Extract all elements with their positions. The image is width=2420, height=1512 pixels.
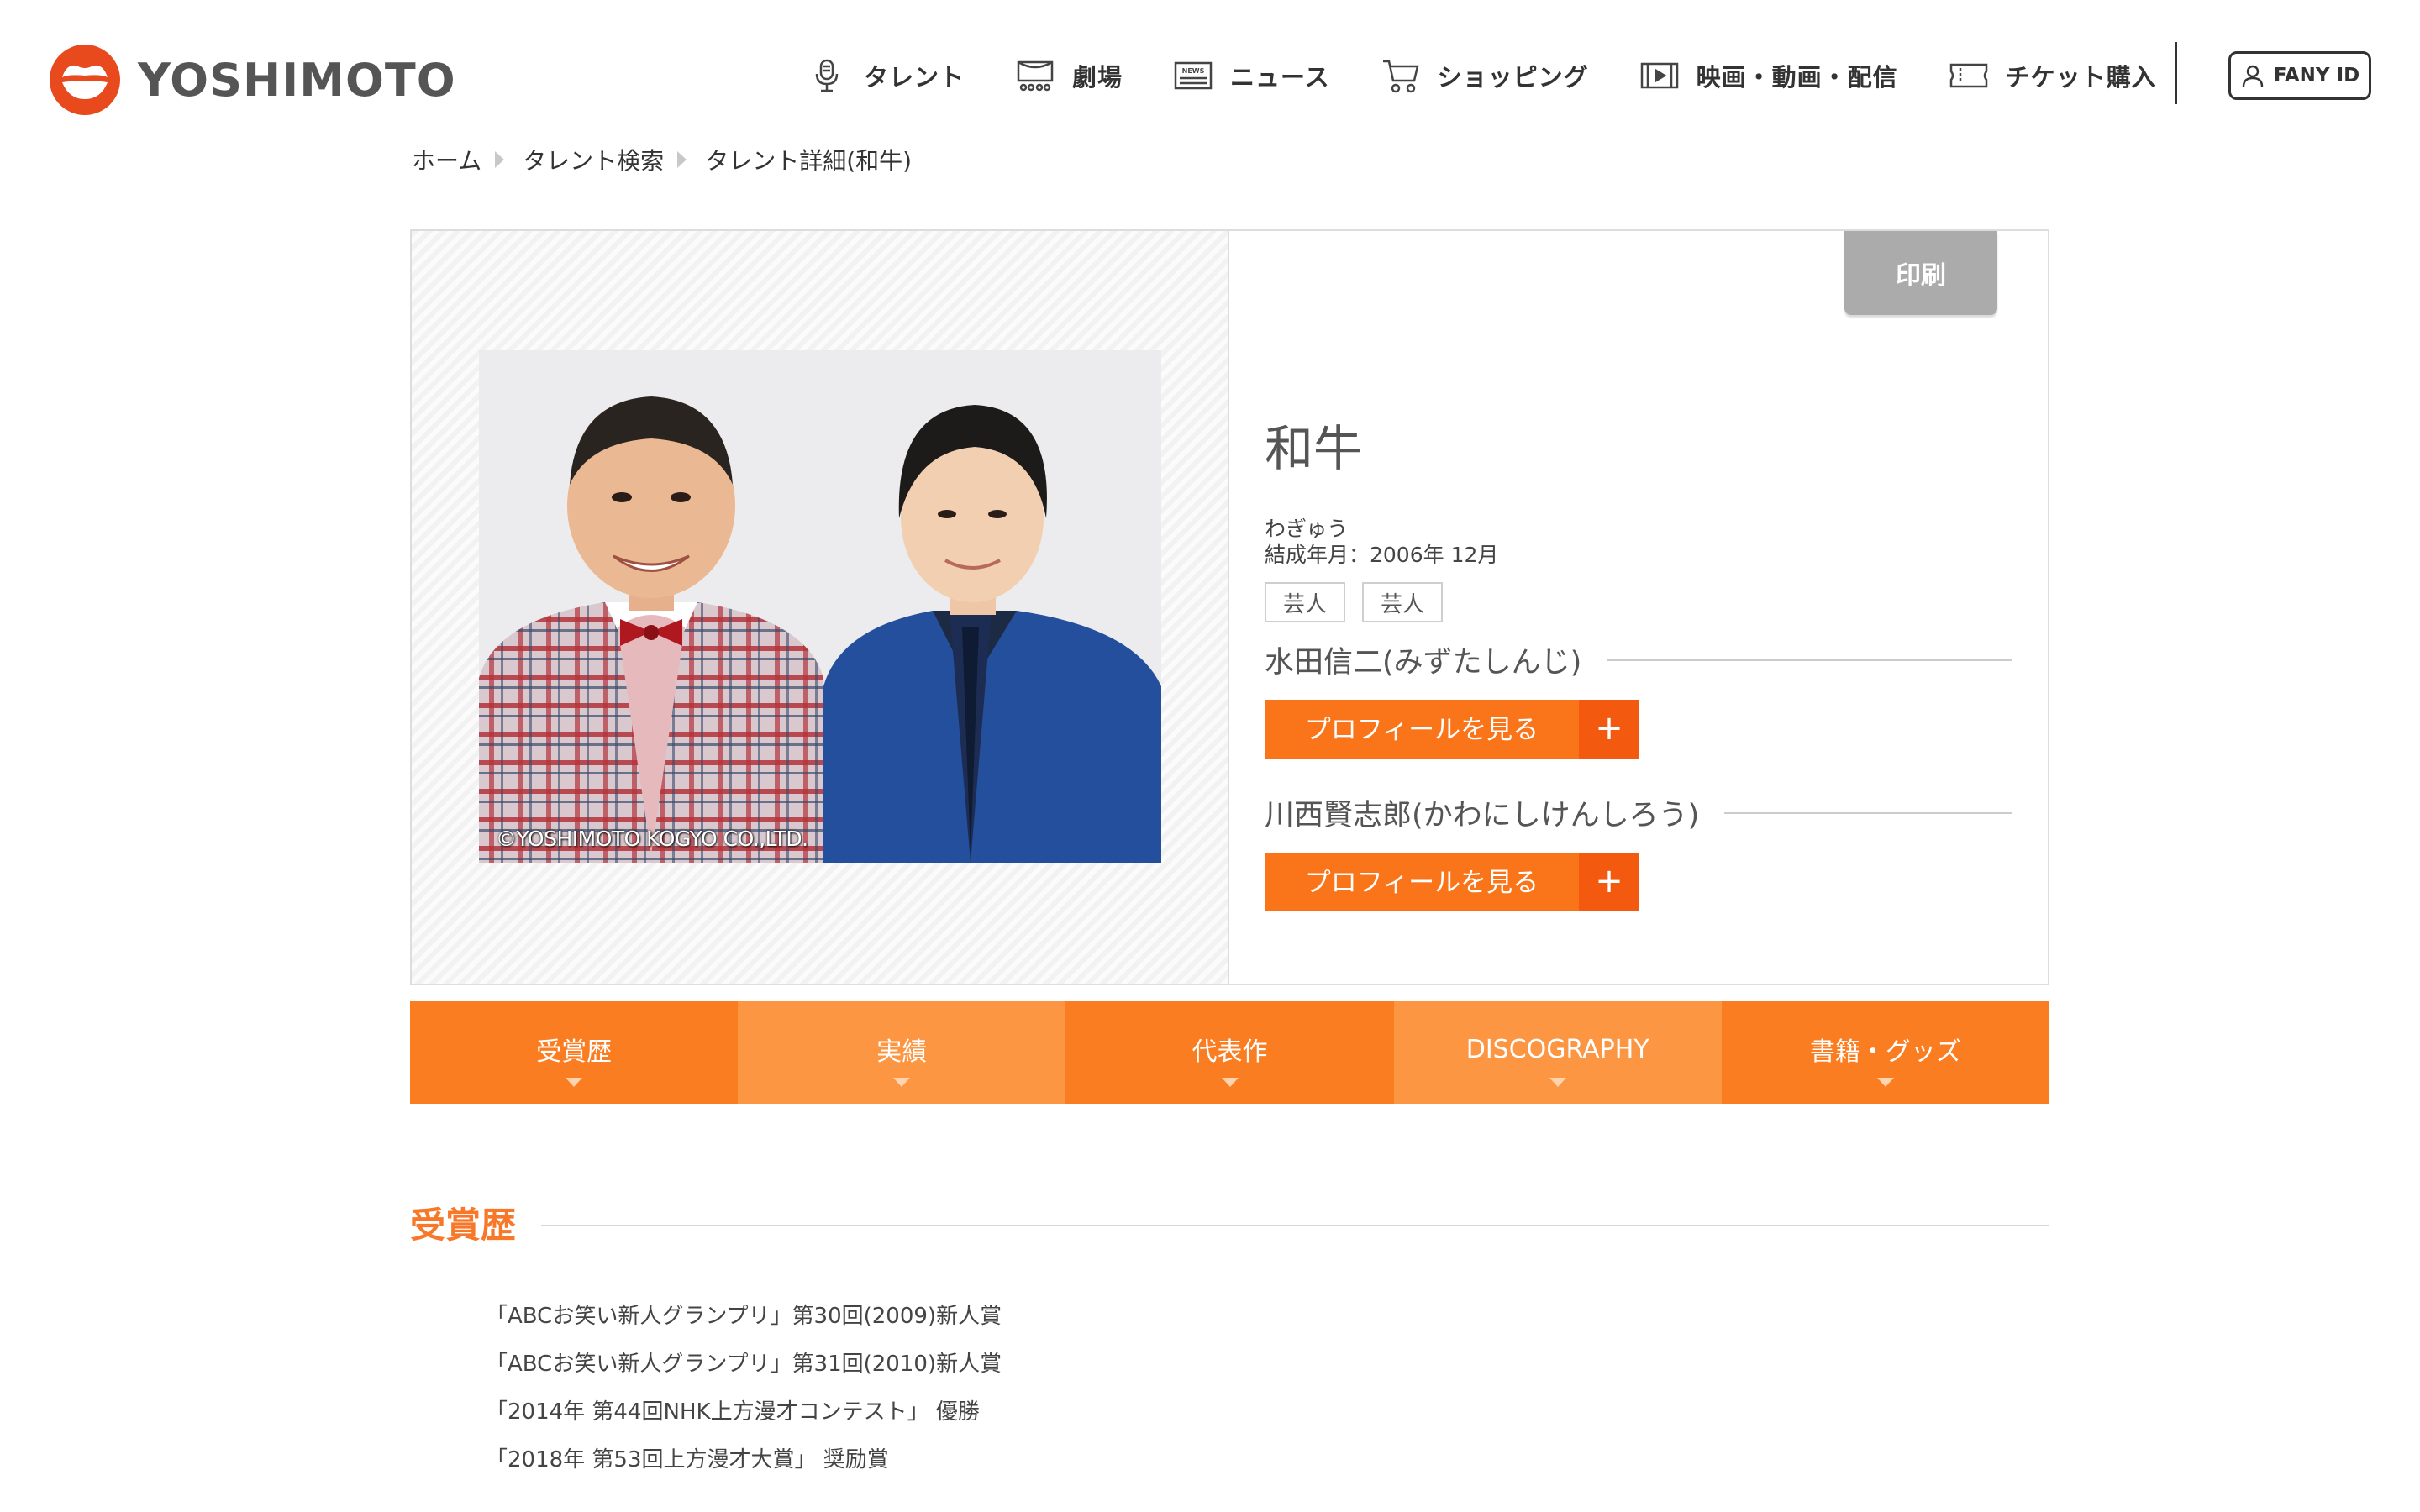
tab-books-goods[interactable]: 書籍・グッズ bbox=[1721, 1001, 2050, 1104]
ticket-icon bbox=[1949, 63, 1987, 88]
genre-tag[interactable]: 芸人 bbox=[1362, 582, 1444, 622]
nav-theater[interactable]: 劇場 bbox=[1015, 55, 1123, 96]
plus-icon: + bbox=[1579, 853, 1639, 911]
member-divider bbox=[1724, 811, 2012, 814]
user-icon bbox=[2242, 65, 2263, 87]
section-divider bbox=[541, 1224, 2049, 1226]
nav-divider bbox=[2175, 42, 2177, 104]
tab-awards[interactable]: 受賞歴 bbox=[410, 1001, 739, 1104]
view-profile-label: プロフィールを見る bbox=[1265, 853, 1579, 911]
chevron-down-icon bbox=[1221, 1078, 1239, 1087]
svg-text:NEWS: NEWS bbox=[1182, 67, 1205, 75]
tab-label: 書籍・グッズ bbox=[1809, 1037, 1961, 1067]
view-profile-button[interactable]: プロフィールを見る + bbox=[1265, 853, 1639, 911]
logo-text: YOSHIMOTO bbox=[138, 53, 456, 107]
formation-date: 結成年月：2006年 12月 bbox=[1265, 543, 1499, 567]
view-profile-button[interactable]: プロフィールを見る + bbox=[1265, 700, 1639, 759]
nav-shopping[interactable]: ショッピング bbox=[1381, 55, 1589, 96]
breadcrumb: ホーム タレント検索 タレント詳細(和牛) bbox=[412, 143, 912, 176]
nav-news-label: ニュース bbox=[1230, 63, 1330, 92]
film-icon bbox=[1640, 62, 1678, 89]
nav-ticket[interactable]: チケット購入 bbox=[1949, 55, 2157, 96]
breadcrumb-current: タレント詳細(和牛) bbox=[705, 147, 913, 175]
fany-id-button[interactable]: FANY ID bbox=[2228, 51, 2371, 100]
awards-list: 「ABCお笑い新人グランプリ」第30回(2009)新人賞 「ABCお笑い新人グラ… bbox=[486, 1298, 1002, 1489]
genre-tags: 芸人 芸人 bbox=[1265, 582, 1460, 622]
breadcrumb-talent-search[interactable]: タレント検索 bbox=[523, 143, 664, 176]
global-nav: タレント 劇場 NEWS ニュース ショッピング 映画・動画・配信 チケット購入 bbox=[807, 49, 2207, 102]
tab-label: 実績 bbox=[876, 1037, 928, 1067]
breadcrumb-separator-icon bbox=[677, 151, 687, 168]
breadcrumb-separator-icon bbox=[495, 151, 505, 168]
chevron-down-icon bbox=[1549, 1078, 1566, 1087]
member-block-kawanishi: 川西賢志郎(かわにしけんしろう) プロフィールを見る + bbox=[1265, 791, 2012, 911]
theater-icon bbox=[1017, 60, 1054, 92]
profile-card: ©YOSHIMOTO KOGYO CO.,LTD. 印刷 和牛 わぎゅう 結成年… bbox=[410, 229, 2049, 985]
fany-id-label: FANY ID bbox=[2273, 65, 2360, 87]
list-item: 「ABCお笑い新人グランプリ」第31回(2010)新人賞 bbox=[486, 1352, 1002, 1377]
nav-talent-label: タレント bbox=[864, 63, 965, 92]
list-item: 「2014年 第44回NHK上方漫才コンテスト」 優勝 bbox=[486, 1399, 980, 1425]
talent-photo: ©YOSHIMOTO KOGYO CO.,LTD. bbox=[479, 350, 1161, 863]
profile-photo-panel: ©YOSHIMOTO KOGYO CO.,LTD. bbox=[412, 231, 1229, 984]
yoshimoto-logo[interactable]: YOSHIMOTO bbox=[49, 44, 456, 116]
tab-representative-works[interactable]: 代表作 bbox=[1065, 1001, 1394, 1104]
photo-copyright: ©YOSHIMOTO KOGYO CO.,LTD. bbox=[496, 827, 808, 851]
nav-movies[interactable]: 映画・動画・配信 bbox=[1639, 55, 1898, 96]
awards-section-header: 受賞歴 bbox=[410, 1197, 2049, 1248]
nav-news[interactable]: NEWS ニュース bbox=[1173, 55, 1330, 96]
nav-theater-label: 劇場 bbox=[1072, 63, 1123, 92]
awards-section-title: 受賞歴 bbox=[410, 1205, 517, 1246]
print-button[interactable]: 印刷 bbox=[1844, 231, 1997, 315]
nav-ticket-label: チケット購入 bbox=[2005, 63, 2157, 92]
section-tabs: 受賞歴 実績 代表作 DISCOGRAPHY 書籍・グッズ bbox=[410, 1001, 2050, 1104]
tab-label: 受賞歴 bbox=[536, 1037, 613, 1067]
member-name: 川西賢志郎(かわにしけんしろう) bbox=[1265, 799, 1700, 832]
nav-talent[interactable]: タレント bbox=[807, 55, 965, 96]
tab-label: DISCOGRAPHY bbox=[1465, 1034, 1649, 1064]
view-profile-label: プロフィールを見る bbox=[1265, 700, 1579, 759]
talent-photo-illustration bbox=[479, 350, 1161, 863]
breadcrumb-home[interactable]: ホーム bbox=[412, 143, 481, 176]
plus-icon: + bbox=[1579, 700, 1639, 759]
talent-name: 和牛 bbox=[1265, 420, 1363, 477]
cart-icon bbox=[1382, 60, 1419, 93]
tab-discography[interactable]: DISCOGRAPHY bbox=[1393, 1001, 1722, 1104]
news-icon: NEWS bbox=[1174, 61, 1213, 90]
nav-movies-label: 映画・動画・配信 bbox=[1696, 63, 1898, 92]
member-divider bbox=[1607, 659, 2012, 661]
member-block-mizuta: 水田信二(みずたしんじ) プロフィールを見る + bbox=[1265, 638, 2012, 759]
lips-logo-icon bbox=[50, 45, 120, 115]
list-item: 「ABCお笑い新人グランプリ」第30回(2009)新人賞 bbox=[486, 1304, 1002, 1329]
genre-tag[interactable]: 芸人 bbox=[1265, 582, 1346, 622]
site-header: YOSHIMOTO タレント 劇場 NEWS ニュース ショッピング 映画・動画… bbox=[0, 0, 2420, 151]
chevron-down-icon bbox=[893, 1078, 911, 1087]
list-item: 「2018年 第53回上方漫才大賞」 奨励賞 bbox=[486, 1447, 889, 1473]
microphone-icon bbox=[815, 59, 839, 92]
member-name: 水田信二(みずたしんじ) bbox=[1265, 646, 1582, 680]
tab-label: 代表作 bbox=[1192, 1037, 1268, 1067]
chevron-down-icon bbox=[1876, 1078, 1894, 1087]
tab-achievements[interactable]: 実績 bbox=[738, 1001, 1066, 1104]
chevron-down-icon bbox=[566, 1078, 583, 1087]
nav-shopping-label: ショッピング bbox=[1437, 63, 1589, 92]
